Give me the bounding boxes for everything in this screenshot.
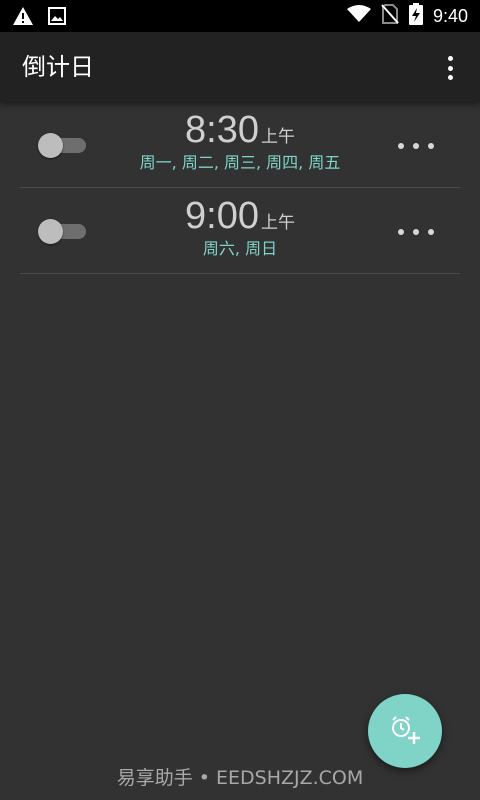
image-icon bbox=[48, 7, 66, 29]
alarm-days: 周六, 周日 bbox=[202, 239, 278, 258]
alarm-time-block[interactable]: 8:30 上午 周一, 周二, 周三, 周四, 周五 bbox=[120, 108, 360, 173]
warning-icon bbox=[12, 6, 34, 30]
more-options-icon[interactable] bbox=[398, 228, 434, 236]
alarm-list: 8:30 上午 周一, 周二, 周三, 周四, 周五 9:00 上午 周六, 周… bbox=[20, 102, 460, 274]
watermark: 易享助手 • EEDSHZJZ.COM bbox=[116, 767, 364, 789]
alarm-time: 9:00 bbox=[185, 195, 259, 237]
more-dot bbox=[398, 143, 404, 149]
more-dot bbox=[398, 229, 404, 235]
add-alarm-icon bbox=[392, 716, 420, 744]
no-sim-icon bbox=[381, 4, 399, 28]
toggle-thumb bbox=[38, 133, 63, 158]
alarm-row[interactable]: 9:00 上午 周六, 周日 bbox=[20, 188, 460, 274]
alarm-ampm: 上午 bbox=[260, 127, 295, 147]
alarm-toggle[interactable] bbox=[38, 219, 86, 244]
menu-dot bbox=[447, 75, 453, 80]
add-alarm-button[interactable] bbox=[368, 694, 442, 768]
more-options-icon[interactable] bbox=[398, 142, 434, 150]
alarm-ampm: 上午 bbox=[260, 213, 295, 233]
alarm-row[interactable]: 8:30 上午 周一, 周二, 周三, 周四, 周五 bbox=[20, 102, 460, 188]
overflow-menu-icon[interactable] bbox=[438, 54, 462, 82]
app-bar: 倒计日 bbox=[0, 32, 480, 102]
alarm-days: 周一, 周二, 周三, 周四, 周五 bbox=[139, 153, 341, 172]
menu-dot bbox=[447, 56, 453, 61]
menu-dot bbox=[447, 65, 453, 71]
more-dot bbox=[413, 229, 419, 235]
status-time: 9:40 bbox=[432, 6, 468, 26]
alarm-toggle[interactable] bbox=[38, 133, 86, 158]
battery-charging-icon bbox=[408, 3, 423, 29]
more-dot bbox=[413, 143, 419, 149]
more-dot bbox=[428, 229, 434, 235]
more-dot bbox=[428, 143, 434, 149]
wifi-icon bbox=[346, 5, 371, 27]
alarm-time: 8:30 bbox=[185, 109, 259, 151]
toggle-thumb bbox=[38, 219, 63, 244]
app-title: 倒计日 bbox=[22, 53, 94, 81]
status-bar: 9:40 bbox=[0, 0, 480, 32]
alarm-time-block[interactable]: 9:00 上午 周六, 周日 bbox=[120, 194, 360, 259]
